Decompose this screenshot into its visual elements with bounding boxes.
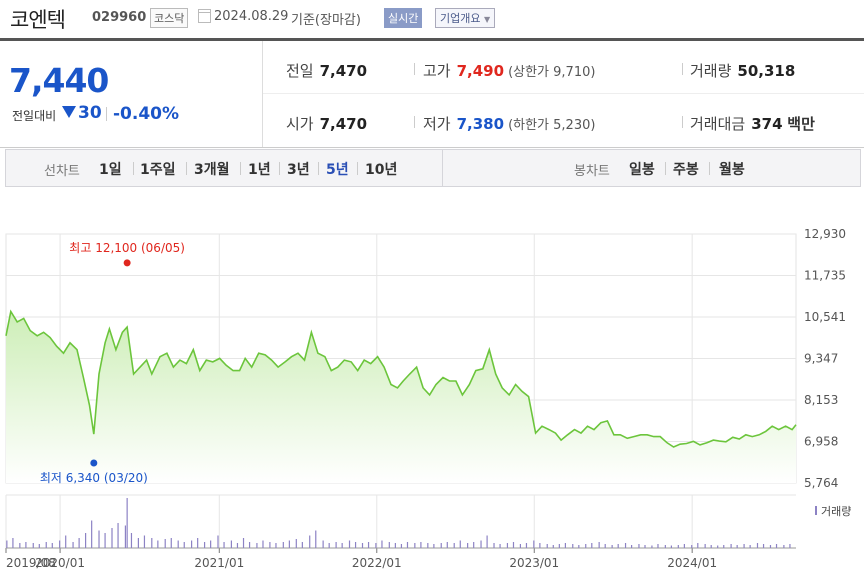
min-point-marker	[90, 459, 98, 467]
min-point-label: 최저 6,340 (03/20)	[40, 471, 148, 485]
x-tick-label: 2024/01	[667, 556, 717, 570]
y-tick-label: 5,764	[804, 476, 838, 490]
y-tick-label: 11,735	[804, 269, 846, 283]
volume-legend: 거래량	[821, 505, 851, 518]
x-tick-label: 2023/01	[509, 556, 559, 570]
x-tick-label: 2020/01	[35, 556, 85, 570]
y-tick-label: 10,541	[804, 310, 846, 324]
max-point-label: 최고 12,100 (06/05)	[69, 241, 185, 255]
y-tick-label: 8,153	[804, 393, 838, 407]
x-tick-label: 2022/01	[352, 556, 402, 570]
y-tick-label: 6,958	[804, 435, 838, 449]
max-point-marker	[123, 259, 131, 267]
y-tick-label: 12,930	[804, 227, 846, 241]
x-tick-label: 2021/01	[194, 556, 244, 570]
volume-legend-swatch	[815, 506, 817, 515]
y-tick-label: 9,347	[804, 352, 838, 366]
price-chart: 12,930 11,735 10,541 9,347 8,153 6,958 5,764 20…	[5, 227, 851, 570]
